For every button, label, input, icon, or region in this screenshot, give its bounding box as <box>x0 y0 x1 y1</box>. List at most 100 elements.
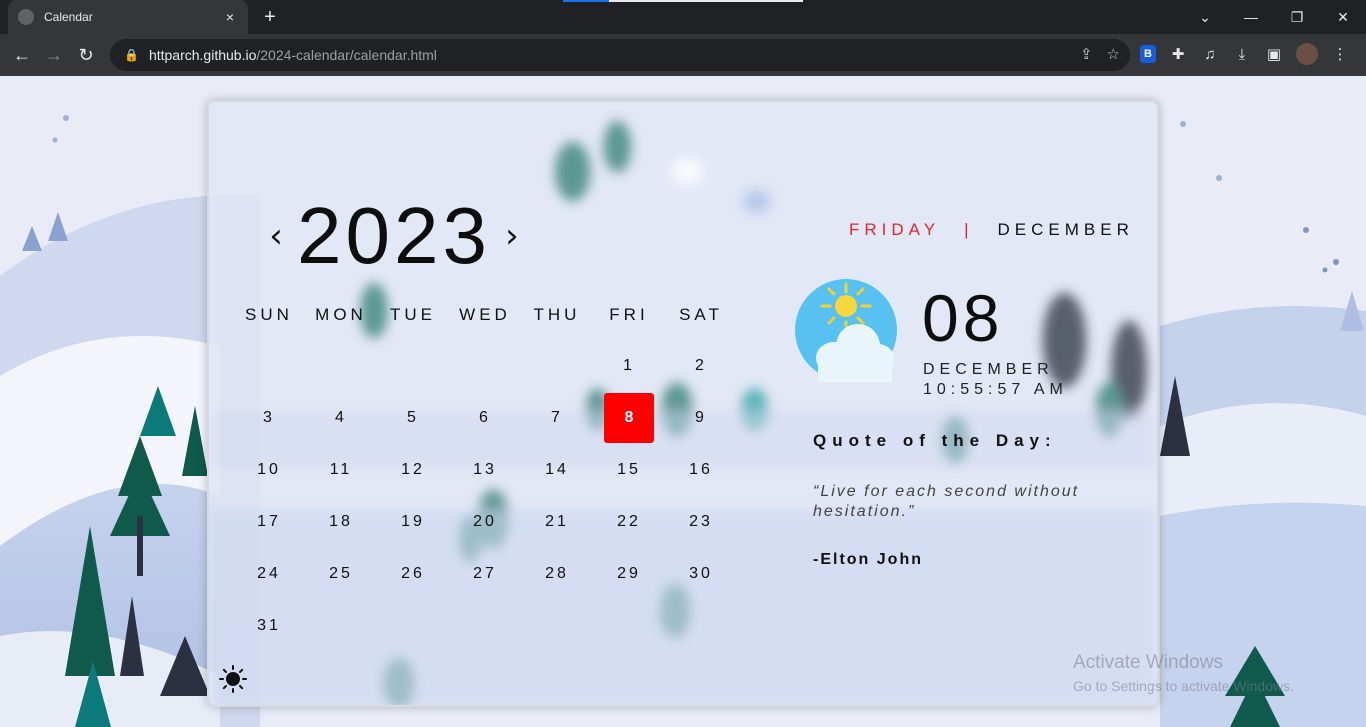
forward-button[interactable]: → <box>42 43 66 67</box>
day-number: 24 <box>257 565 281 582</box>
day-cell[interactable]: 29 <box>593 548 665 600</box>
empty-day-cell <box>377 600 449 652</box>
empty-day-cell <box>449 600 521 652</box>
close-tab-icon[interactable]: × <box>222 9 238 25</box>
day-cell[interactable]: 30 <box>665 548 737 600</box>
day-cell[interactable]: 14 <box>521 444 593 496</box>
weekday-label: SUN <box>245 305 293 324</box>
browser-tab[interactable]: Calendar × <box>8 0 248 34</box>
day-cell[interactable]: 20 <box>449 496 521 548</box>
day-cell[interactable]: 12 <box>377 444 449 496</box>
day-cell[interactable]: 21 <box>521 496 593 548</box>
year-display: 2023 <box>297 191 491 280</box>
day-cell[interactable]: 18 <box>305 496 377 548</box>
day-number: 19 <box>401 513 425 530</box>
loading-indicator <box>563 0 803 2</box>
bitwarden-extension-icon[interactable]: B <box>1140 45 1156 63</box>
day-number: 22 <box>617 513 641 530</box>
weekday-label: MON <box>315 305 367 324</box>
close-window-button[interactable]: ✕ <box>1320 0 1366 34</box>
extensions-puzzle-icon[interactable]: ✚ <box>1168 45 1188 63</box>
globe-icon <box>18 9 34 25</box>
share-icon[interactable]: ⇪ <box>1080 45 1093 63</box>
date-number: 08 <box>922 281 1004 355</box>
extensions-area: B ✚ ♫ ⤓ ▣ ⋮ <box>1140 43 1350 65</box>
side-panel-icon[interactable]: ▣ <box>1264 45 1284 63</box>
heading-separator: | <box>964 220 974 239</box>
back-button[interactable]: ← <box>10 43 34 67</box>
download-icon[interactable]: ⤓ <box>1232 46 1252 63</box>
weekday-label: SAT <box>679 305 723 324</box>
day-cell[interactable]: 19 <box>377 496 449 548</box>
minimize-button[interactable]: — <box>1228 0 1274 34</box>
day-cell[interactable]: 10 <box>233 444 305 496</box>
activate-windows-watermark: Activate Windows Go to Settings to activ… <box>1073 652 1294 694</box>
lock-icon[interactable]: 🔒 <box>124 48 139 62</box>
day-number: 8 <box>604 393 654 443</box>
day-number: 1 <box>623 357 635 374</box>
media-controls-icon[interactable]: ♫ <box>1200 46 1220 63</box>
day-number: 26 <box>401 565 425 582</box>
url-host: httparch.github.io <box>148 47 257 63</box>
day-cell[interactable]: 4 <box>305 392 377 444</box>
day-cell[interactable]: 22 <box>593 496 665 548</box>
empty-day-cell <box>305 340 377 392</box>
address-bar[interactable]: 🔒 httparch.github.io /2024-calendar/cale… <box>110 39 1130 71</box>
month-small: DECEMBER <box>923 361 1054 378</box>
reload-button[interactable]: ↻ <box>74 43 98 67</box>
bookmark-star-icon[interactable]: ☆ <box>1107 45 1120 63</box>
day-cell[interactable]: 13 <box>449 444 521 496</box>
today-day-cell[interactable]: 8 <box>593 392 665 444</box>
day-number: 25 <box>329 565 353 582</box>
day-cell[interactable]: 1 <box>593 340 665 392</box>
restore-button[interactable]: ❐ <box>1274 0 1320 34</box>
day-number: 28 <box>545 565 569 582</box>
profile-avatar[interactable] <box>1296 43 1318 65</box>
day-number: 27 <box>473 565 497 582</box>
day-cell[interactable]: 17 <box>233 496 305 548</box>
day-cell[interactable]: 24 <box>233 548 305 600</box>
day-number: 3 <box>263 409 275 426</box>
day-cell[interactable]: 5 <box>377 392 449 444</box>
day-number: 16 <box>689 461 713 478</box>
day-number: 31 <box>257 617 281 634</box>
weekday-label: FRI <box>609 305 649 324</box>
menu-kebab-icon[interactable]: ⋮ <box>1330 45 1350 63</box>
day-cell[interactable]: 11 <box>305 444 377 496</box>
day-cell[interactable]: 6 <box>449 392 521 444</box>
next-year-button[interactable]: › <box>497 216 527 256</box>
day-cell[interactable]: 27 <box>449 548 521 600</box>
day-cell[interactable]: 9 <box>665 392 737 444</box>
day-number: 30 <box>689 565 713 582</box>
day-cell[interactable]: 16 <box>665 444 737 496</box>
year-navigation: ‹ 2023 › <box>261 190 527 282</box>
empty-day-cell <box>449 340 521 392</box>
day-cell[interactable]: 2 <box>665 340 737 392</box>
day-number: 29 <box>617 565 641 582</box>
day-number: 12 <box>401 461 425 478</box>
tab-search-icon[interactable]: ⌄ <box>1182 0 1228 34</box>
weekday-header: SUN MON TUE WED THU FRI SAT <box>233 305 737 325</box>
quote-title: Quote of the Day: <box>813 431 1057 450</box>
day-number: 21 <box>545 513 569 530</box>
day-cell[interactable]: 15 <box>593 444 665 496</box>
previous-year-button[interactable]: ‹ <box>261 216 291 256</box>
day-number: 17 <box>257 513 281 530</box>
day-number: 11 <box>329 461 353 478</box>
day-cell[interactable]: 23 <box>665 496 737 548</box>
day-number: 2 <box>695 357 707 374</box>
day-cell[interactable]: 26 <box>377 548 449 600</box>
day-cell[interactable]: 25 <box>305 548 377 600</box>
day-cell[interactable]: 31 <box>233 600 305 652</box>
new-tab-button[interactable]: + <box>258 5 282 29</box>
day-cell[interactable]: 3 <box>233 392 305 444</box>
day-month-heading: FRIDAY | DECEMBER <box>849 220 1134 240</box>
sun-icon[interactable] <box>219 665 247 693</box>
day-name: FRIDAY <box>849 220 941 239</box>
browser-tab-bar: Calendar × + ⌄ — ❐ ✕ <box>0 0 1366 34</box>
day-cell[interactable]: 7 <box>521 392 593 444</box>
calendar-card: ‹ 2023 › SUN MON TUE WED THU FRI SAT 123… <box>207 100 1159 707</box>
day-cell[interactable]: 28 <box>521 548 593 600</box>
watermark-subtitle: Go to Settings to activate Windows. <box>1073 678 1294 694</box>
sun-cloud-icon <box>795 279 897 382</box>
